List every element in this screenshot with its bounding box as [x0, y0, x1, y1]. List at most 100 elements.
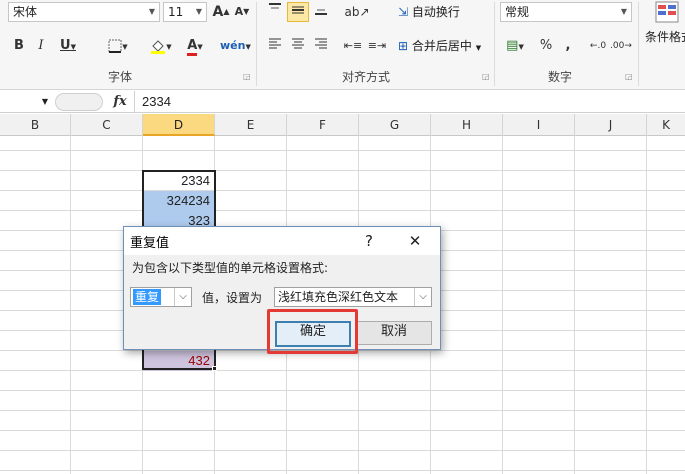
align-center-icon: [292, 38, 304, 49]
formula-bar-splitter[interactable]: [55, 93, 103, 111]
group-font-label: 字体: [107, 70, 132, 84]
bottom-align-icon: [315, 9, 327, 15]
number-format-value: 常规: [505, 5, 530, 19]
align-left-button[interactable]: [264, 36, 286, 56]
gridline: [502, 136, 503, 474]
conditional-format-icon: [655, 1, 679, 23]
top-align-icon: [269, 3, 281, 9]
group-number-label: 数字: [547, 70, 572, 84]
chevron-down-icon: ⌵: [414, 288, 431, 306]
font-dialog-launcher-icon[interactable]: ◲: [243, 72, 251, 81]
number-dialog-launcher-icon[interactable]: ◲: [625, 72, 633, 81]
italic-icon: I: [38, 38, 44, 53]
column-header[interactable]: H: [431, 114, 503, 136]
font-size-value: 11: [168, 5, 184, 19]
comma-button[interactable]: ,: [560, 36, 576, 56]
divider: [134, 91, 135, 113]
conditional-format-label[interactable]: 条件格式: [645, 28, 685, 46]
number-format-combo[interactable]: 常规 ▼: [500, 2, 632, 22]
font-name-value: 宋体: [13, 5, 38, 19]
formula-input[interactable]: 2334: [142, 92, 442, 112]
decrease-decimal-button[interactable]: .00→: [610, 36, 632, 56]
gridline: [574, 136, 575, 474]
dialog-title: 重复值: [130, 236, 170, 251]
gridline: [0, 190, 685, 191]
fill-handle[interactable]: [212, 366, 217, 371]
accounting-format-button[interactable]: ▤▼: [502, 36, 528, 56]
middle-align-icon: [292, 6, 304, 14]
merge-center-label: 合并后居中: [411, 39, 472, 53]
column-header[interactable]: E: [215, 114, 287, 136]
ribbon: 宋体 ▼ 11 ▼ A▲ A▼ B I U▼ ▼ ▼ A▼ wén▼ 字体 ◲ …: [0, 0, 685, 90]
chevron-down-icon: ▼: [195, 7, 203, 16]
dialog-prompt: 为包含以下类型值的单元格设置格式:: [132, 261, 329, 275]
alignment-dialog-launcher-icon[interactable]: ◲: [482, 72, 490, 81]
increase-indent-button[interactable]: ≡⇥: [366, 36, 388, 56]
gridline: [0, 430, 685, 431]
border-button[interactable]: ▼: [102, 36, 134, 56]
gridline: [0, 390, 685, 391]
cancel-button[interactable]: 取消: [356, 321, 432, 345]
fill-color-button[interactable]: ▼: [146, 36, 176, 56]
middle-align-button[interactable]: [287, 2, 309, 22]
percent-button[interactable]: %: [536, 36, 556, 56]
font-color-icon: A: [187, 39, 198, 56]
chevron-down-icon: ▼: [620, 7, 628, 16]
column-header[interactable]: B: [0, 114, 71, 136]
orientation-button[interactable]: ab↗: [344, 2, 370, 22]
underline-button[interactable]: U▼: [56, 36, 80, 56]
font-color-button[interactable]: A▼: [180, 36, 210, 56]
align-right-button[interactable]: [310, 36, 332, 56]
close-icon[interactable]: ✕: [404, 230, 426, 252]
gridline: [0, 170, 685, 171]
italic-button[interactable]: I: [32, 36, 50, 56]
column-header[interactable]: F: [287, 114, 359, 136]
gridline: [0, 470, 685, 471]
font-name-combo[interactable]: 宋体 ▼: [8, 2, 160, 22]
phonetic-button[interactable]: wén▼: [220, 36, 251, 56]
gridline: [0, 370, 685, 371]
align-center-button[interactable]: [287, 36, 309, 56]
group-alignment-label: 对齐方式: [341, 70, 390, 84]
text-orientation-icon: ab↗: [344, 5, 370, 19]
merge-center-button[interactable]: ⊞ 合并后居中 ▼: [398, 36, 494, 56]
shrink-font-button[interactable]: A▼: [233, 2, 251, 22]
bold-button[interactable]: B: [10, 36, 28, 56]
column-header[interactable]: I: [503, 114, 575, 136]
border-icon: [108, 39, 122, 53]
insert-function-icon[interactable]: fx: [108, 92, 132, 112]
currency-icon: ▤: [506, 38, 519, 53]
top-align-button[interactable]: [264, 2, 286, 22]
column-header-bar: B C D E F G H I J K: [0, 114, 685, 136]
conditional-format-button[interactable]: [650, 0, 685, 28]
shrink-font-icon: A: [234, 5, 244, 18]
grow-font-button[interactable]: A▲: [212, 2, 230, 22]
paint-bucket-icon: [151, 39, 166, 54]
format-select[interactable]: 浅红填充色深红色文本 ⌵: [274, 287, 432, 307]
chevron-down-icon: ⌵: [174, 288, 191, 306]
decrease-indent-icon: ⇤≡: [343, 39, 363, 52]
increase-decimal-button[interactable]: ←.0: [588, 36, 608, 56]
value-type-select[interactable]: 重复 ⌵: [130, 287, 192, 307]
decrease-decimal-icon: .00→: [610, 41, 632, 51]
wrap-text-icon: ⇲: [398, 5, 409, 19]
decrease-indent-button[interactable]: ⇤≡: [342, 36, 364, 56]
bottom-align-button[interactable]: [310, 2, 332, 22]
column-header[interactable]: C: [71, 114, 143, 136]
chevron-down-icon: ▼: [41, 97, 48, 106]
column-header[interactable]: J: [575, 114, 647, 136]
font-size-combo[interactable]: 11 ▼: [163, 2, 207, 22]
column-header[interactable]: G: [359, 114, 431, 136]
help-button[interactable]: ?: [358, 230, 380, 252]
column-header-selected[interactable]: D: [143, 114, 215, 136]
underline-icon: U: [60, 38, 71, 53]
value-type-selected: 重复: [133, 289, 162, 305]
gridline: [70, 136, 71, 474]
dialog-title-bar[interactable]: 重复值 ? ✕: [124, 227, 440, 255]
chevron-down-icon: ▼: [148, 7, 156, 16]
group-separator: [494, 2, 495, 86]
column-header[interactable]: K: [647, 114, 685, 136]
grow-font-icon: A: [212, 4, 224, 20]
wrap-text-button[interactable]: ⇲ 自动换行: [398, 2, 478, 22]
name-box[interactable]: ▼: [0, 93, 50, 111]
